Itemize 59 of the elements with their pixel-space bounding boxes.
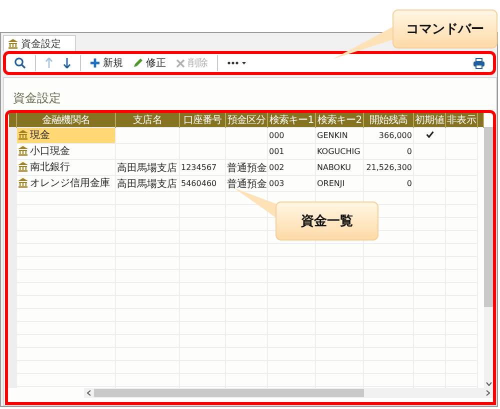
column-header[interactable]: 初期値: [414, 113, 446, 128]
bank-name: オレンジ信用金庫: [30, 176, 110, 190]
column-header[interactable]: 検索キー2: [316, 113, 364, 128]
table-cell: 0: [364, 144, 414, 160]
plus-icon: [90, 58, 100, 68]
tab[interactable]: 資金設定: [3, 35, 76, 51]
column-header[interactable]: 非表示: [446, 113, 478, 128]
table-cell: ORENJI: [316, 176, 364, 192]
page-title: 資金設定: [12, 90, 62, 106]
horizontal-scrollbar[interactable]: [84, 388, 493, 398]
table-cell: 高田馬場支店: [116, 176, 180, 192]
bank-name: 現金: [30, 129, 50, 142]
table-cell: NABOKU: [316, 160, 364, 176]
more-icon: [227, 59, 247, 67]
table-cell: 002: [268, 160, 316, 176]
bank-name: 小口現金: [30, 144, 70, 158]
arrow-up-icon: [45, 57, 53, 69]
table-cell[interactable]: 南北銀行: [16, 160, 116, 176]
arrow-right-icon[interactable]: [486, 390, 490, 396]
column-header[interactable]: 金融機関名: [16, 113, 116, 128]
table-cell[interactable]: 小口現金: [16, 144, 116, 160]
table-cell: 5460460: [180, 176, 226, 192]
table-cell: 1234567: [180, 160, 226, 176]
column-header[interactable]: 支店名: [116, 113, 180, 128]
bank-name: 南北銀行: [30, 160, 70, 174]
arrow-down-icon: [63, 57, 71, 69]
bank-icon: [18, 178, 28, 188]
check-icon: [426, 131, 434, 138]
arrow-left-icon[interactable]: [87, 390, 91, 396]
vertical-scrollbar[interactable]: [484, 127, 493, 388]
table-cell: 000: [268, 128, 316, 144]
column-header[interactable]: 預金区分: [226, 113, 268, 128]
table-cell: 普通預金: [226, 160, 268, 176]
cross-icon: [176, 58, 185, 68]
bank-icon: [18, 162, 28, 172]
add-button[interactable]: 新規: [86, 54, 127, 72]
arrow-down-icon[interactable]: [486, 382, 492, 386]
search-icon: [14, 57, 26, 69]
table-cell: 0: [364, 176, 414, 192]
table-cell: 001: [268, 144, 316, 160]
table-cell: 366,000: [364, 128, 414, 144]
printer-icon: [473, 58, 485, 68]
column-header[interactable]: 開始残高: [364, 113, 414, 128]
pencil-icon: [133, 58, 143, 68]
edit-button[interactable]: 修正: [129, 54, 170, 72]
table-cell: KOGUCHIG: [316, 144, 364, 160]
table-cell: GENKIN: [316, 128, 364, 144]
table-cell: 21,526,300: [364, 160, 414, 176]
table-cell: 003: [268, 176, 316, 192]
column-header[interactable]: 口座番号: [180, 113, 226, 128]
bank-icon: [18, 130, 28, 140]
callout-label: コマンドバー: [405, 21, 485, 39]
bank-icon: [8, 38, 18, 48]
table-cell: 高田馬場支店: [116, 160, 180, 176]
table-cell[interactable]: 現金: [16, 128, 116, 144]
column-header[interactable]: 検索キー1: [268, 113, 316, 128]
callout-label: 資金一覧: [300, 213, 354, 231]
table-cell[interactable]: オレンジ信用金庫: [16, 176, 116, 192]
bank-icon: [18, 146, 28, 156]
